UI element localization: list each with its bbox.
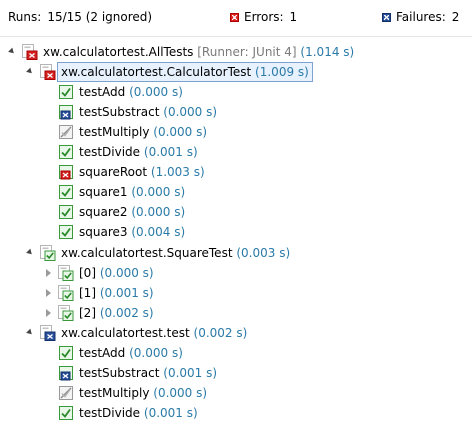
node-time: (1.003 s) bbox=[150, 165, 205, 179]
node-time: (0.001 s) bbox=[163, 366, 218, 380]
test-pass-icon bbox=[59, 145, 73, 159]
expand-toggle[interactable] bbox=[26, 328, 34, 337]
node-name: square3 bbox=[79, 225, 128, 239]
node-label: testDivide (0.001 s) bbox=[79, 143, 198, 161]
test-pass-icon bbox=[59, 225, 73, 239]
expand-toggle[interactable] bbox=[26, 67, 34, 76]
test-pass-icon bbox=[59, 406, 73, 420]
node-label: testDivide (0.001 s) bbox=[79, 404, 198, 422]
node-time: (0.000 s) bbox=[129, 85, 183, 99]
node-time: (0.001 s) bbox=[143, 145, 198, 159]
suite-pass-icon bbox=[58, 305, 74, 321]
node-name: [2] bbox=[79, 306, 96, 320]
test-tree[interactable]: xw.calculatortest.AllTests [Runner: JUni… bbox=[0, 40, 472, 427]
suite-error-icon bbox=[40, 64, 56, 80]
node-name: xw.calculatortest.AllTests bbox=[43, 45, 194, 59]
node-name: xw.calculatortest.test bbox=[61, 326, 190, 340]
node-label: [2] (0.002 s) bbox=[79, 304, 154, 322]
errors-counter: Errors: 1 bbox=[230, 10, 297, 24]
suite-error-icon bbox=[22, 44, 38, 60]
test-run-summary: Runs: 15/15 (2 ignored) Errors: 1 Failures… bbox=[0, 0, 472, 37]
runs-value: 15/15 (2 ignored) bbox=[47, 10, 153, 24]
node-time: (1.009 s) bbox=[255, 65, 309, 79]
node-name: testDivide bbox=[79, 406, 141, 420]
node-label: testMultiply (0.000 s) bbox=[79, 123, 207, 141]
test-error-icon bbox=[59, 165, 73, 180]
node-label: square2 (0.000 s) bbox=[79, 203, 185, 221]
node-name: xw.calculatortest.CalculatorTest bbox=[61, 65, 252, 79]
node-label: testAdd (0.000 s) bbox=[79, 83, 183, 101]
node-name: testSubstract bbox=[79, 366, 160, 380]
node-time: (0.000 s) bbox=[131, 185, 186, 199]
node-time: (0.000 s) bbox=[153, 125, 208, 139]
node-label: xw.calculatortest.AllTests [Runner: JUni… bbox=[43, 43, 354, 61]
failures-counter: Failures: 2 bbox=[382, 10, 459, 24]
node-label: [0] (0.000 s) bbox=[79, 264, 154, 282]
node-label: square1 (0.000 s) bbox=[79, 183, 185, 201]
node-name: [0] bbox=[79, 266, 96, 280]
node-time: (0.000 s) bbox=[129, 346, 183, 360]
node-time: (0.001 s) bbox=[99, 286, 154, 300]
node-time: (0.003 s) bbox=[236, 246, 291, 260]
node-label: testMultiply (0.000 s) bbox=[79, 384, 207, 402]
expand-toggle[interactable] bbox=[26, 248, 34, 257]
node-time: (0.000 s) bbox=[153, 386, 208, 400]
node-label: testSubstract (0.001 s) bbox=[79, 364, 217, 382]
node-name: testAdd bbox=[79, 85, 126, 99]
failure-icon bbox=[382, 13, 391, 22]
test-pass-icon bbox=[59, 85, 73, 99]
suite-failure-icon bbox=[40, 325, 56, 341]
node-name: square2 bbox=[79, 205, 128, 219]
errors-label: Errors: bbox=[244, 10, 284, 24]
node-name: testSubstract bbox=[79, 105, 160, 119]
test-pass-icon bbox=[59, 205, 73, 219]
node-name: testMultiply bbox=[79, 386, 150, 400]
node-name: xw.calculatortest.SquareTest bbox=[61, 246, 233, 260]
expand-toggle[interactable] bbox=[46, 269, 51, 277]
runner-info: [Runner: JUnit 4] bbox=[197, 45, 297, 59]
test-failure-icon bbox=[59, 366, 73, 381]
node-time: (0.000 s) bbox=[163, 105, 218, 119]
node-time: (0.000 s) bbox=[99, 266, 154, 280]
node-name: squareRoot bbox=[79, 165, 148, 179]
suite-pass-icon bbox=[58, 265, 74, 281]
expand-toggle[interactable] bbox=[46, 309, 51, 317]
test-failure-icon bbox=[59, 105, 73, 120]
node-time: (0.002 s) bbox=[193, 326, 248, 340]
test-pass-icon bbox=[59, 185, 73, 199]
failures-value: 2 bbox=[451, 10, 460, 24]
node-time: (1.014 s) bbox=[300, 45, 355, 59]
suite-pass-icon bbox=[40, 245, 56, 261]
error-icon bbox=[230, 13, 239, 22]
node-name: [1] bbox=[79, 286, 96, 300]
node-label: testAdd (0.000 s) bbox=[79, 344, 183, 362]
node-label: xw.calculatortest.SquareTest (0.003 s) bbox=[61, 244, 290, 262]
expand-toggle[interactable] bbox=[46, 289, 51, 297]
suite-pass-icon bbox=[58, 285, 74, 301]
test-ignored-icon bbox=[59, 125, 73, 139]
test-ignored-icon bbox=[59, 386, 73, 400]
failures-label: Failures: bbox=[396, 10, 446, 24]
node-label: [1] (0.001 s) bbox=[79, 284, 154, 302]
expand-toggle[interactable] bbox=[8, 47, 16, 56]
node-label: xw.calculatortest.test (0.002 s) bbox=[61, 324, 247, 342]
node-name: testMultiply bbox=[79, 125, 150, 139]
node-time: (0.004 s) bbox=[131, 225, 186, 239]
node-time: (0.001 s) bbox=[143, 406, 198, 420]
node-label: testSubstract (0.000 s) bbox=[79, 103, 217, 121]
node-time: (0.000 s) bbox=[131, 205, 186, 219]
node-name: square1 bbox=[79, 185, 128, 199]
node-label: xw.calculatortest.CalculatorTest (1.009 … bbox=[57, 62, 313, 82]
runs-counter: Runs: 15/15 (2 ignored) bbox=[8, 10, 152, 24]
node-name: testAdd bbox=[79, 346, 126, 360]
test-pass-icon bbox=[59, 346, 73, 360]
runs-label: Runs: bbox=[8, 10, 42, 24]
node-label: squareRoot (1.003 s) bbox=[79, 163, 205, 181]
node-label: square3 (0.004 s) bbox=[79, 223, 185, 241]
node-name: testDivide bbox=[79, 145, 141, 159]
errors-value: 1 bbox=[289, 10, 298, 24]
node-time: (0.002 s) bbox=[99, 306, 154, 320]
